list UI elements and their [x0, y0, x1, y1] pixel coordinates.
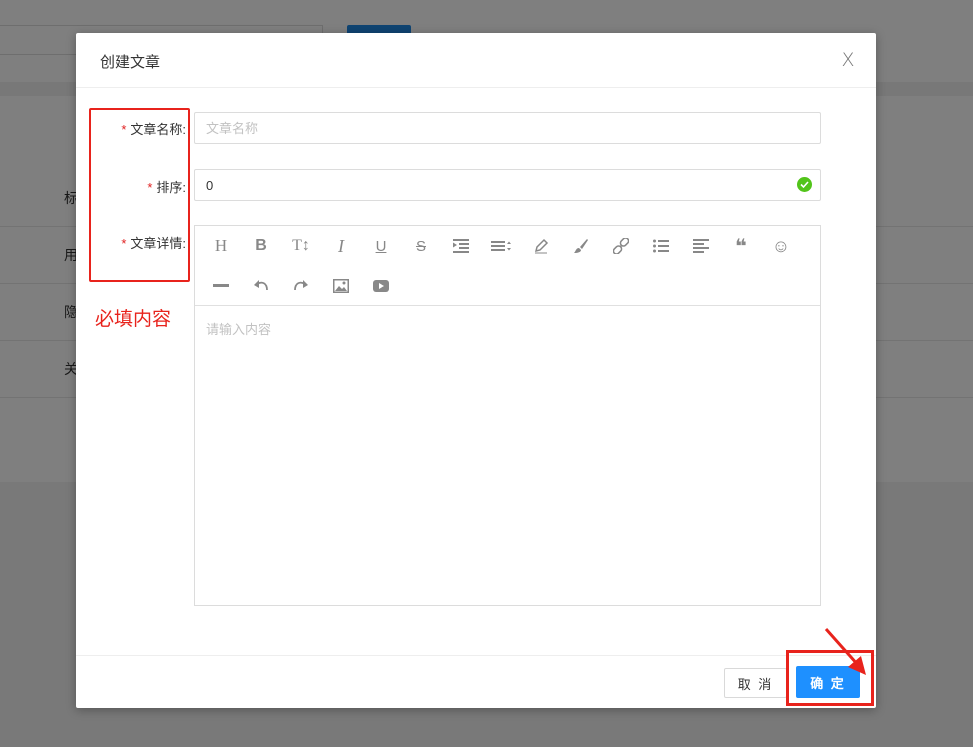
required-fields-annotation-box — [89, 108, 190, 282]
undo-icon[interactable] — [246, 271, 276, 301]
dialog-header: 创建文章 X — [76, 33, 876, 88]
emoji-icon[interactable]: ☺ — [766, 231, 796, 261]
rich-text-editor: H B T↕ I U S ❝ ☺ 请输入内容 — [194, 225, 821, 606]
font-size-icon[interactable]: T↕ — [286, 231, 316, 261]
dialog-title: 创建文章 — [100, 54, 161, 71]
image-icon[interactable] — [326, 271, 356, 301]
required-fields-annotation-text: 必填内容 — [95, 309, 172, 330]
heading-icon[interactable]: H — [206, 231, 236, 261]
article-name-input[interactable] — [194, 112, 821, 144]
video-icon[interactable] — [366, 271, 396, 301]
check-circle-icon — [797, 177, 812, 192]
redo-icon[interactable] — [286, 271, 316, 301]
quote-icon[interactable]: ❝ — [726, 231, 756, 261]
line-height-icon[interactable] — [486, 231, 516, 261]
align-icon[interactable] — [686, 231, 716, 261]
divider-icon[interactable] — [206, 271, 236, 301]
indent-icon[interactable] — [446, 231, 476, 261]
underline-icon[interactable]: U — [366, 231, 396, 261]
create-article-dialog: 创建文章 X *文章名称: *排序: *文章详情: H B T↕ I U S — [76, 33, 876, 708]
editor-content-area[interactable]: 请输入内容 — [195, 306, 820, 605]
link-icon[interactable] — [606, 231, 636, 261]
bold-icon[interactable]: B — [246, 231, 276, 261]
cancel-button[interactable]: 取 消 — [724, 668, 787, 698]
pointer-arrow-icon — [824, 628, 866, 675]
close-icon[interactable]: X — [838, 49, 858, 71]
font-color-icon[interactable] — [526, 231, 556, 261]
list-icon[interactable] — [646, 231, 676, 261]
italic-icon[interactable]: I — [326, 231, 356, 261]
order-input[interactable] — [194, 169, 821, 201]
background-color-icon[interactable] — [566, 231, 596, 261]
editor-toolbar: H B T↕ I U S ❝ ☺ — [195, 226, 820, 306]
strikethrough-icon[interactable]: S — [406, 231, 436, 261]
